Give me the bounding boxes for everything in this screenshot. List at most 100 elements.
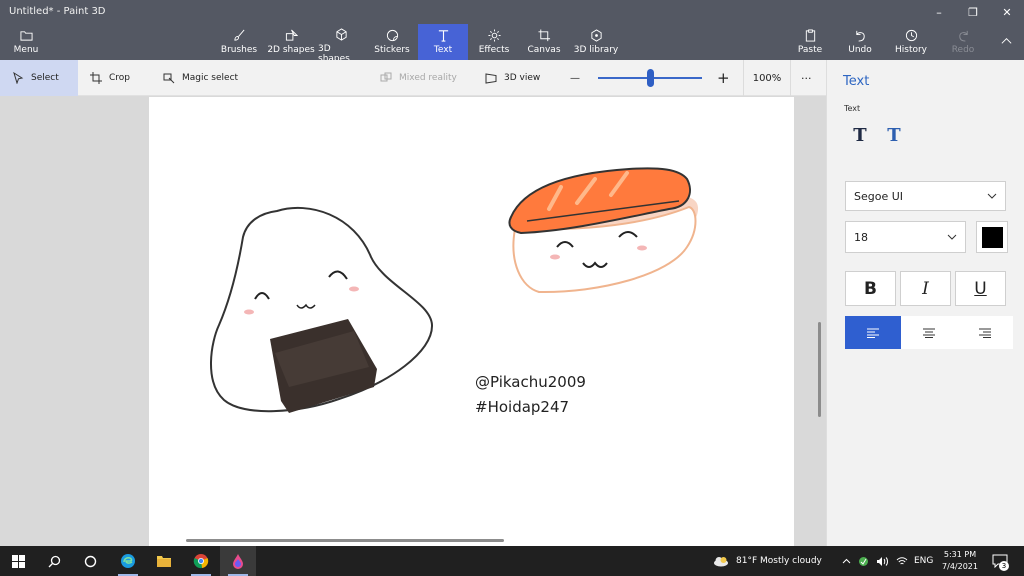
- undo-button[interactable]: Undo: [844, 24, 876, 60]
- edge-browser-icon: [121, 554, 135, 568]
- mixed-reality-label: Mixed reality: [399, 73, 457, 83]
- paint3d-taskbar-button[interactable]: [220, 546, 256, 576]
- window-controls: – ❐ ✕: [922, 0, 1024, 24]
- text-3d-button[interactable]: T: [883, 124, 905, 146]
- select-tool-button[interactable]: Select: [0, 60, 78, 96]
- font-family-select[interactable]: Segoe UI: [845, 181, 1006, 211]
- font-size-value: 18: [854, 230, 868, 244]
- cloud-weather-icon: [714, 557, 728, 567]
- tray-app-icon[interactable]: [858, 546, 869, 576]
- text-color-swatch[interactable]: [976, 221, 1008, 253]
- zoom-slider-thumb[interactable]: [646, 69, 654, 87]
- volume-button[interactable]: [876, 546, 888, 576]
- notification-count-badge: 3: [999, 561, 1009, 571]
- align-center-button[interactable]: [901, 316, 957, 349]
- onigiri-illustration: [210, 207, 434, 413]
- folder-icon: [19, 28, 33, 42]
- magic-select-button[interactable]: Magic select: [163, 60, 238, 96]
- chrome-taskbar-button[interactable]: [183, 546, 219, 576]
- history-button[interactable]: History: [893, 24, 929, 60]
- task-view-button[interactable]: [72, 546, 108, 576]
- search-button[interactable]: [36, 546, 72, 576]
- redo-label: Redo: [951, 45, 975, 55]
- caption-line-2: #Hoidap247: [475, 398, 570, 416]
- panel-subtitle: Text: [844, 104, 861, 113]
- font-size-select[interactable]: 18: [845, 221, 966, 253]
- drawing-canvas[interactable]: @Pikachu2009 #Hoidap247: [149, 97, 794, 546]
- horizontal-scrollbar[interactable]: [186, 539, 504, 542]
- file-explorer-icon: [157, 556, 171, 567]
- magic-select-icon: [163, 73, 175, 84]
- paste-label: Paste: [797, 45, 823, 55]
- caption-line-1: @Pikachu2009: [475, 373, 586, 391]
- mixed-reality-icon: [380, 72, 392, 82]
- clock[interactable]: 5:31 PM 7/4/2021: [940, 549, 980, 573]
- undo-label: Undo: [848, 45, 872, 55]
- maximize-button[interactable]: ❐: [956, 0, 990, 24]
- brush-icon: [232, 28, 246, 42]
- tab-text[interactable]: Text: [418, 24, 468, 60]
- tab-stickers[interactable]: Stickers: [372, 24, 412, 60]
- crop-tool-button[interactable]: Crop: [90, 60, 130, 96]
- 3d-view-button[interactable]: 3D view: [485, 60, 540, 96]
- align-left-button[interactable]: [845, 316, 901, 349]
- mixed-reality-button[interactable]: Mixed reality: [380, 60, 457, 96]
- chrome-browser-icon: [193, 554, 209, 569]
- sticker-icon: [385, 28, 399, 42]
- file-explorer-button[interactable]: [146, 546, 182, 576]
- weather-text: 81°F Mostly cloudy: [736, 556, 822, 566]
- close-button[interactable]: ✕: [990, 0, 1024, 24]
- sushi-illustration: [508, 167, 699, 294]
- text-side-panel: Text Text T T Segoe UI 18 B I U: [826, 60, 1024, 546]
- tab-3d-library[interactable]: 3D library: [572, 24, 620, 60]
- tab-3d-shapes[interactable]: 3D shapes: [318, 24, 364, 64]
- windows-taskbar: 81°F Mostly cloudy ENG 5:31 PM 7/4/2021 …: [0, 546, 1024, 576]
- zoom-level[interactable]: 100%: [743, 60, 791, 96]
- vertical-scrollbar[interactable]: [818, 322, 821, 417]
- align-right-button[interactable]: [957, 316, 1013, 349]
- tab-effects-label: Effects: [478, 45, 510, 55]
- clock-date: 7/4/2021: [942, 562, 978, 571]
- chevron-up-icon: [999, 34, 1013, 48]
- underline-button[interactable]: U: [955, 271, 1006, 306]
- clipboard-icon: [803, 28, 817, 42]
- tab-text-label: Text: [433, 45, 453, 55]
- notifications-button[interactable]: 3: [986, 546, 1014, 576]
- minimize-button[interactable]: –: [922, 0, 956, 24]
- italic-button[interactable]: I: [900, 271, 951, 306]
- 3d-view-icon: [485, 73, 497, 84]
- zoom-out-button[interactable]: —: [570, 60, 580, 96]
- tab-canvas-label: Canvas: [527, 45, 561, 55]
- align-center-icon: [923, 328, 935, 338]
- tab-2d-shapes[interactable]: 2D shapes: [266, 24, 316, 60]
- tab-effects[interactable]: Effects: [474, 24, 514, 60]
- weather-widget[interactable]: 81°F Mostly cloudy: [712, 546, 822, 576]
- redo-button[interactable]: Redo: [948, 24, 978, 60]
- tab-stickers-label: Stickers: [374, 45, 410, 55]
- select-label: Select: [31, 73, 59, 83]
- tab-brushes[interactable]: Brushes: [218, 24, 260, 60]
- tab-canvas[interactable]: Canvas: [524, 24, 564, 60]
- canvas-crop-icon: [537, 28, 551, 42]
- clock-time: 5:31 PM: [943, 550, 977, 559]
- chevron-down-icon: [987, 193, 997, 199]
- paste-button[interactable]: Paste: [794, 24, 826, 60]
- edge-taskbar-button[interactable]: [110, 546, 146, 576]
- magic-select-label: Magic select: [182, 73, 239, 83]
- network-button[interactable]: [896, 546, 908, 576]
- workspace: @Pikachu2009 #Hoidap247: [0, 97, 826, 546]
- collapse-ribbon-button[interactable]: [994, 24, 1018, 60]
- language-indicator[interactable]: ENG: [914, 546, 933, 576]
- zoom-in-button[interactable]: +: [717, 60, 730, 96]
- panel-title: Text: [843, 74, 870, 89]
- more-options-button[interactable]: ···: [801, 60, 812, 96]
- start-button[interactable]: [0, 546, 36, 576]
- bold-button[interactable]: B: [845, 271, 896, 306]
- text-2d-button[interactable]: T: [849, 124, 871, 146]
- speaker-icon: [877, 556, 888, 566]
- align-left-icon: [867, 328, 879, 338]
- cortana-circle-icon: [84, 555, 96, 567]
- history-clock-icon: [904, 28, 918, 42]
- menu-button[interactable]: Menu: [4, 24, 48, 60]
- show-hidden-icons-button[interactable]: [842, 546, 851, 576]
